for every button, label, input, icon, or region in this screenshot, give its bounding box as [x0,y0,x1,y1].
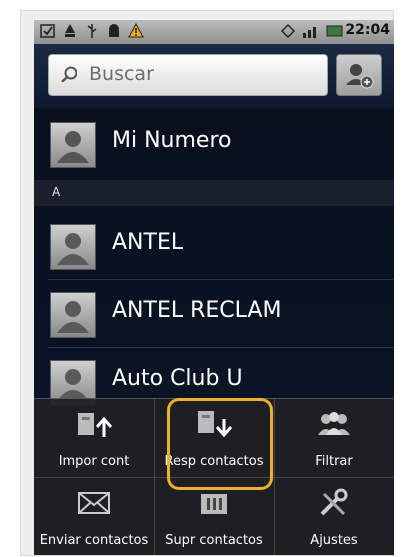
menu-item-send[interactable]: Enviar contactos [34,478,155,555]
list-item[interactable]: ANTEL [34,212,394,280]
menu-item-settings[interactable]: Ajustes [274,478,394,555]
add-contact-button[interactable] [336,54,382,96]
menu-label: Filtrar [315,454,353,469]
usb-debug-icon [62,23,78,39]
android-icon [106,23,122,39]
settings-icon [320,488,348,516]
contact-name: ANTEL RECLAM [112,298,282,323]
profile-name: Mi Numero [112,128,232,153]
checkbox-icon [40,23,56,39]
phone-screen: 22:04 Buscar Mi Numero A ANTEL ANTEL REC… [34,20,394,555]
avatar [50,122,96,168]
avatar [50,224,96,270]
warning-icon [128,22,144,39]
status-time: 22:04 [345,22,390,38]
import-icon [78,413,112,437]
contact-name: Auto Club U [112,366,243,391]
battery-icon [326,23,343,39]
add-contact-icon [346,64,374,89]
search-icon [61,66,77,82]
filter-icon [318,412,350,435]
avatar [50,292,96,338]
delete-icon [201,494,227,514]
search-placeholder: Buscar [89,63,154,85]
menu-label: Ajustes [310,533,358,548]
menu-label: Enviar contactos [39,533,149,548]
send-icon [78,492,110,514]
list-item[interactable]: ANTEL RECLAM [34,280,394,348]
highlight-box [167,398,273,490]
section-header: A [34,180,394,206]
contact-name: ANTEL [112,230,184,255]
menu-item-import[interactable]: Impor cont [34,399,155,478]
status-bar: 22:04 [34,20,394,44]
search-bar: Buscar [34,44,394,108]
search-input[interactable]: Buscar [48,54,328,96]
menu-label: Supr contactos [165,533,263,548]
menu-item-filter[interactable]: Filtrar [274,399,394,478]
signal-icon [302,23,318,39]
menu-label: Impor cont [58,454,130,469]
my-profile-row[interactable]: Mi Numero [34,112,394,180]
sync-icon [280,23,296,39]
usb-icon [84,23,100,39]
